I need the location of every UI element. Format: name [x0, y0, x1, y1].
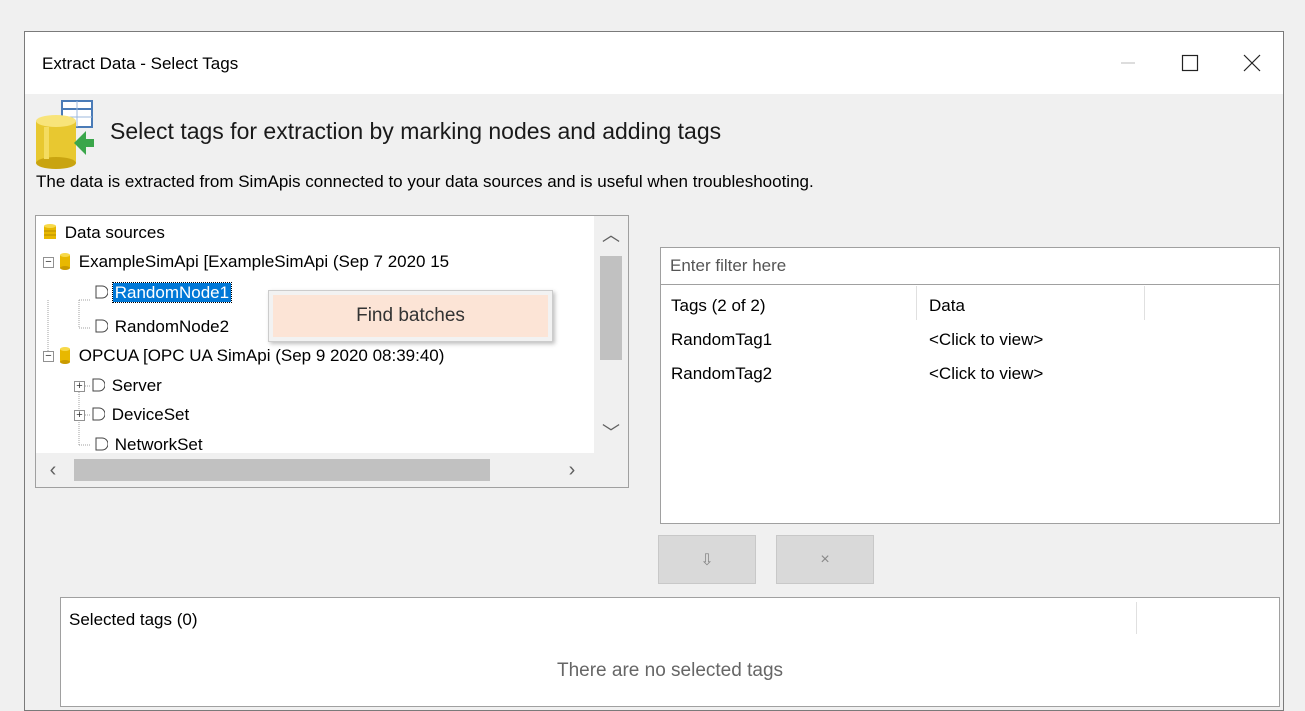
- remove-icon: ×: [820, 550, 830, 568]
- node-icon: [95, 319, 109, 333]
- down-arrow-icon: ⇩: [700, 551, 714, 569]
- tree-item-server[interactable]: + Server: [73, 373, 164, 399]
- maximize-icon[interactable]: [1159, 32, 1221, 94]
- remove-tags-button[interactable]: ×: [776, 535, 874, 584]
- tree-item-deviceset[interactable]: + DeviceSet: [73, 402, 191, 428]
- cylinder-icon: [60, 347, 70, 364]
- tree-item-data-sources[interactable]: Data sources: [42, 220, 167, 246]
- add-tags-button[interactable]: ⇩: [658, 535, 756, 584]
- scroll-up-icon[interactable]: ︿: [594, 218, 628, 252]
- datasource-icon: [44, 224, 56, 239]
- tree-item-label: RandomNode2: [114, 317, 230, 336]
- tag-name-cell[interactable]: RandomTag2: [671, 364, 772, 384]
- scrollbar-thumb[interactable]: [74, 459, 490, 481]
- tree-item-label: OPCUA [OPC UA SimApi (Sep 9 2020 08:39:4…: [78, 346, 445, 365]
- data-sources-tree[interactable]: Data sources − ExampleSimApi [ExampleSim…: [35, 215, 629, 488]
- tree-item-label: ExampleSimApi [ExampleSimApi (Sep 7 2020…: [78, 252, 450, 271]
- filter-input[interactable]: [661, 248, 1279, 285]
- tree-item-randomnode2[interactable]: RandomNode2: [92, 314, 231, 340]
- context-menu: Find batches: [268, 290, 553, 342]
- node-icon: [95, 437, 109, 451]
- tags-panel: Tags (2 of 2) Data RandomTag1 <Click to …: [660, 247, 1280, 524]
- tree-item-examplesimapi[interactable]: − ExampleSimApi [ExampleSimApi (Sep 7 20…: [42, 249, 451, 275]
- column-header-data[interactable]: Data: [929, 296, 965, 316]
- tag-data-cell[interactable]: <Click to view>: [929, 330, 1043, 350]
- tag-name-cell[interactable]: RandomTag1: [671, 330, 772, 350]
- page-heading: Select tags for extraction by marking no…: [110, 118, 722, 144]
- tree-item-label: NetworkSet: [114, 435, 203, 454]
- cylinder-icon: [60, 253, 70, 270]
- scroll-right-icon[interactable]: ›: [555, 453, 589, 487]
- window-title: Extract Data - Select Tags: [42, 54, 239, 73]
- tree-item-label: RandomNode1: [111, 282, 233, 303]
- expand-icon[interactable]: +: [74, 410, 85, 421]
- find-batches-menu-item[interactable]: Find batches: [273, 295, 548, 337]
- close-icon[interactable]: [1221, 32, 1283, 94]
- scroll-down-icon[interactable]: ﹀: [594, 416, 628, 450]
- tree-vertical-scrollbar[interactable]: ︿ ﹀: [594, 216, 628, 454]
- column-divider: [1144, 286, 1145, 320]
- minimize-icon[interactable]: [1097, 32, 1159, 94]
- expand-icon[interactable]: +: [74, 381, 85, 392]
- column-divider: [1136, 602, 1137, 634]
- scroll-corner: [594, 453, 628, 487]
- tree-item-label: DeviceSet: [111, 405, 190, 424]
- selected-tags-header[interactable]: Selected tags (0): [69, 610, 198, 630]
- empty-state-message: There are no selected tags: [556, 660, 784, 681]
- collapse-icon[interactable]: −: [43, 257, 54, 268]
- column-divider: [916, 286, 917, 320]
- tree-item-label: Data sources: [64, 223, 165, 242]
- tree-item-label: Server: [111, 376, 162, 395]
- tree-horizontal-scrollbar[interactable]: ‹ ›: [36, 453, 595, 487]
- collapse-icon[interactable]: −: [43, 351, 54, 362]
- node-icon: [95, 285, 109, 299]
- tree-item-opcua[interactable]: − OPCUA [OPC UA SimApi (Sep 9 2020 08:39…: [42, 343, 446, 369]
- page-description: The data is extracted from SimApis conne…: [36, 172, 814, 191]
- node-icon: [92, 378, 106, 392]
- title-bar: Extract Data - Select Tags: [25, 32, 1283, 94]
- tag-data-cell[interactable]: <Click to view>: [929, 364, 1043, 384]
- column-header-tags[interactable]: Tags (2 of 2): [671, 296, 766, 316]
- selected-tags-panel: Selected tags (0) There are no selected …: [60, 597, 1280, 707]
- database-table-icon: [36, 100, 94, 169]
- scrollbar-thumb[interactable]: [600, 256, 622, 360]
- tree-item-randomnode1[interactable]: RandomNode1: [92, 280, 233, 306]
- node-icon: [92, 407, 106, 421]
- scroll-left-icon[interactable]: ‹: [36, 453, 70, 487]
